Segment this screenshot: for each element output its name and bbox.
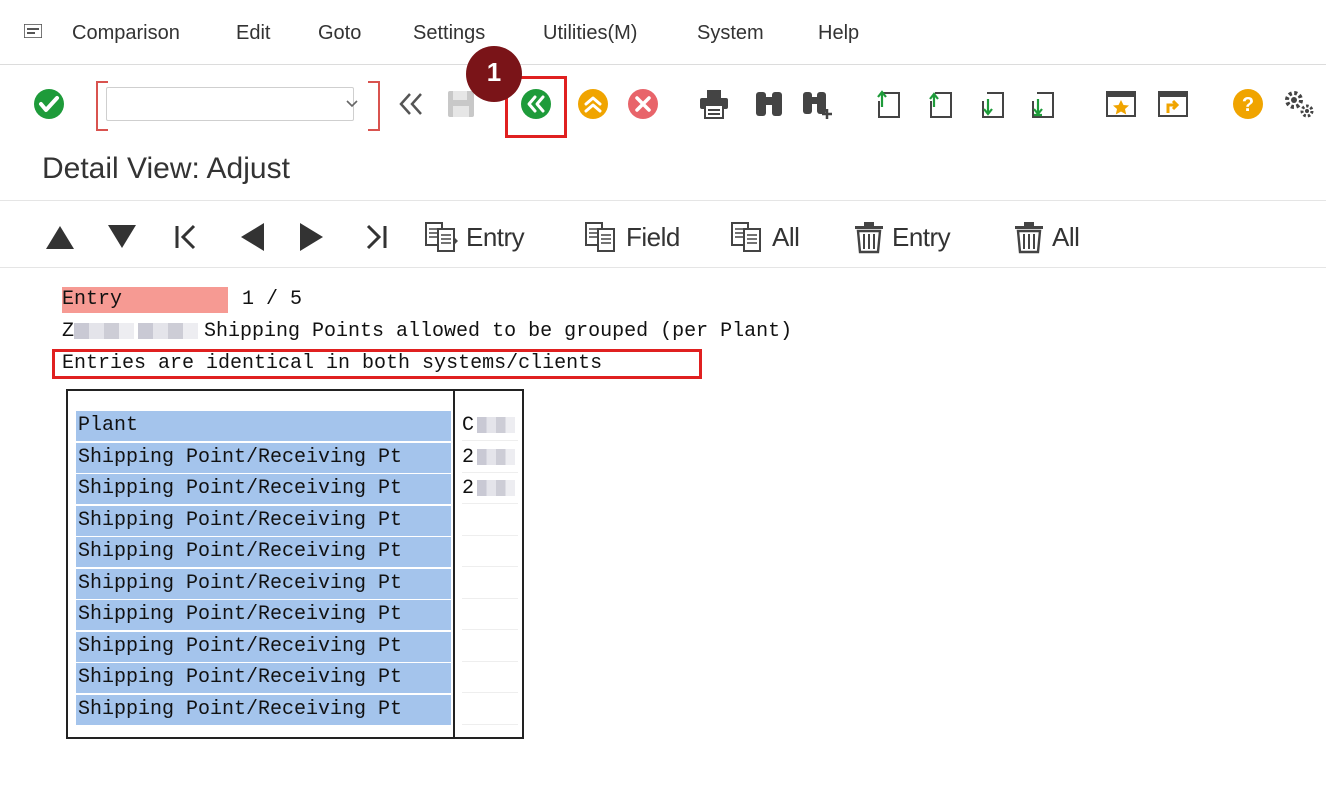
cancel-icon[interactable]	[626, 87, 660, 121]
comparison-status: Entries are identical in both systems/cl…	[62, 352, 603, 375]
copy-field-button[interactable]: Field	[584, 221, 680, 253]
field-label: Shipping Point/Receiving Pt	[76, 632, 451, 662]
delete-entry-label: Entry	[892, 221, 951, 252]
field-value	[462, 506, 518, 536]
redacted-text	[138, 322, 199, 339]
page-title: Detail View: Adjust	[42, 152, 290, 185]
field-value	[462, 663, 518, 693]
field-value	[462, 632, 518, 662]
standard-toolbar: ?	[0, 65, 1326, 139]
exit-icon[interactable]	[576, 87, 610, 121]
redacted-text	[477, 479, 516, 496]
first-icon	[175, 224, 196, 250]
table-name-prefix: Z	[62, 320, 75, 343]
field-value-text: 2	[462, 477, 475, 500]
copy-field-label: Field	[626, 221, 680, 252]
customize-layout-icon[interactable]	[1282, 87, 1316, 121]
detail-navigation-toolbar: Entry Field All Entry All	[0, 205, 1326, 268]
copy-icon	[731, 222, 761, 252]
find-next-icon[interactable]	[800, 87, 834, 121]
menu-system[interactable]: System	[697, 22, 764, 45]
trash-icon	[1015, 222, 1043, 254]
menu-bar: Comparison Edit Goto Settings Utilities(…	[0, 0, 1326, 65]
triangle-up-icon	[46, 226, 74, 249]
divider	[0, 200, 1326, 201]
collapse-left-icon[interactable]	[394, 87, 428, 121]
field-label: Shipping Point/Receiving Pt	[76, 695, 451, 725]
field-value: C	[462, 411, 518, 441]
field-label: Shipping Point/Receiving Pt	[76, 506, 451, 536]
table-description-text: Shipping Points allowed to be grouped (p…	[204, 320, 793, 343]
previous-entry-button[interactable]	[238, 221, 266, 253]
column-divider	[453, 391, 455, 737]
field-label: Shipping Point/Receiving Pt	[76, 474, 451, 504]
field-label: Shipping Point/Receiving Pt	[76, 569, 451, 599]
table-description: Z Shipping Points allowed to be grouped (…	[62, 319, 792, 345]
copy-icon	[425, 222, 458, 252]
menu-comparison[interactable]: Comparison	[72, 22, 180, 45]
create-session-icon[interactable]	[1104, 87, 1138, 121]
first-entry-up-button[interactable]	[44, 221, 76, 253]
command-field	[96, 81, 380, 131]
create-shortcut-icon[interactable]	[1156, 87, 1190, 121]
next-page-icon[interactable]	[976, 87, 1010, 121]
field-value: 2	[462, 443, 518, 473]
menu-goto[interactable]: Goto	[318, 22, 361, 45]
field-label: Shipping Point/Receiving Pt	[76, 537, 451, 567]
entry-label: Entry	[62, 287, 228, 313]
last-page-icon[interactable]	[1026, 87, 1060, 121]
triangle-down-icon	[108, 225, 136, 248]
next-entry-button[interactable]	[298, 221, 326, 253]
redacted-text	[74, 322, 135, 339]
trash-icon	[855, 222, 883, 254]
field-value	[462, 695, 518, 725]
copy-all-button[interactable]: All	[730, 221, 800, 253]
field-value-text: 2	[462, 446, 475, 469]
step-badge: 1	[466, 46, 522, 102]
menu-settings[interactable]: Settings	[413, 22, 485, 45]
field-value: 2	[462, 474, 518, 504]
print-icon[interactable]	[697, 87, 731, 121]
redacted-text	[477, 416, 516, 433]
copy-all-label: All	[772, 221, 800, 252]
help-icon[interactable]: ?	[1231, 87, 1265, 121]
last-icon	[366, 224, 387, 250]
field-label: Plant	[76, 411, 451, 441]
last-entry-button[interactable]	[364, 221, 388, 253]
first-entry-button[interactable]	[174, 221, 198, 253]
field-value	[462, 569, 518, 599]
menu-utilities[interactable]: Utilities(M)	[543, 22, 637, 45]
menu-toggle-icon[interactable]	[24, 24, 42, 38]
check-icon[interactable]	[32, 87, 66, 121]
previous-page-icon[interactable]	[924, 87, 958, 121]
triangle-left-icon	[241, 223, 264, 251]
menu-help[interactable]: Help	[818, 22, 859, 45]
comparison-table: Plant C Shipping Point/Receiving Pt 2 Shippi…	[66, 389, 524, 739]
field-value-text: C	[462, 414, 475, 437]
delete-entry-button[interactable]: Entry	[852, 221, 951, 254]
field-value	[462, 537, 518, 567]
copy-entry-label: Entry	[466, 221, 525, 252]
chevron-down-icon[interactable]	[344, 95, 360, 111]
find-icon[interactable]	[752, 87, 786, 121]
delete-all-label: All	[1052, 221, 1080, 252]
copy-icon	[585, 222, 615, 252]
svg-text:?: ?	[1242, 94, 1254, 116]
field-label: Shipping Point/Receiving Pt	[76, 600, 451, 630]
delete-all-button[interactable]: All	[1012, 221, 1080, 254]
triangle-right-icon	[300, 223, 323, 251]
copy-entry-button[interactable]: Entry	[424, 221, 525, 253]
field-value	[462, 600, 518, 630]
field-label: Shipping Point/Receiving Pt	[76, 663, 451, 693]
entry-counter: 1 / 5	[242, 288, 303, 311]
next-entry-down-button[interactable]	[106, 221, 138, 253]
field-label: Shipping Point/Receiving Pt	[76, 443, 451, 473]
first-page-icon[interactable]	[872, 87, 906, 121]
menu-edit[interactable]: Edit	[236, 22, 270, 45]
command-input[interactable]	[106, 87, 354, 121]
redacted-text	[477, 448, 516, 465]
